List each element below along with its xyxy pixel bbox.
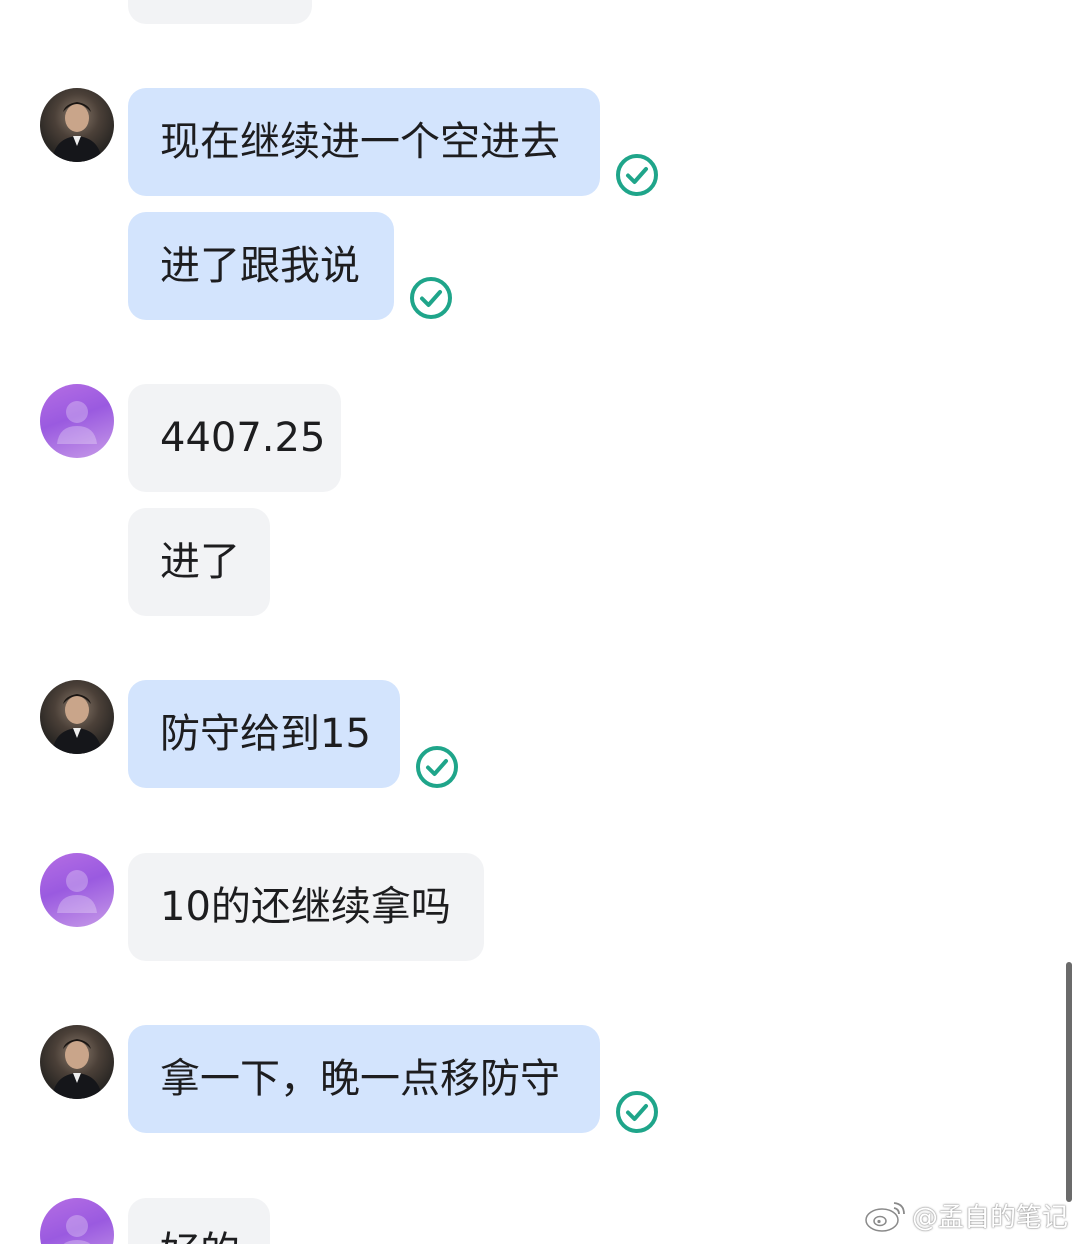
check-circle-icon [408,275,454,321]
avatar[interactable] [40,1198,114,1244]
message-bubble-other[interactable]: 进了 [128,508,270,616]
avatar[interactable] [40,384,114,458]
check-circle-icon [614,152,660,198]
chat-view: 现在继续进一个空进去 进了跟我说 4407.25 进了 防守给到15 10的还继… [0,0,1080,1244]
watermark: @孟自的笔记 [864,1197,1068,1234]
watermark-text: @孟自的笔记 [911,1203,1068,1233]
person-photo-icon [52,1039,102,1099]
check-circle-icon [414,744,460,790]
message-bubble-other[interactable]: 10的还继续拿吗 [128,853,484,961]
weibo-icon [865,1201,905,1232]
message-bubble-other[interactable] [128,0,312,24]
message-bubble-self[interactable]: 现在继续进一个空进去 [128,88,600,196]
person-photo-icon [52,694,102,754]
message-bubble-other[interactable]: 4407.25 [128,384,341,492]
message-bubble-self[interactable]: 拿一下，晚一点移防守 [128,1025,600,1133]
avatar[interactable] [40,680,114,754]
scrollbar[interactable] [1066,962,1072,1202]
default-user-icon [57,401,97,444]
message-bubble-other[interactable]: 好的 [128,1198,270,1244]
default-user-icon [57,870,97,913]
person-photo-icon [52,102,102,162]
check-circle-icon [614,1089,660,1135]
avatar[interactable] [40,1025,114,1099]
message-bubble-self[interactable]: 进了跟我说 [128,212,394,320]
avatar[interactable] [40,853,114,927]
message-bubble-self[interactable]: 防守给到15 [128,680,400,788]
default-user-icon [63,1215,91,1244]
avatar[interactable] [40,88,114,162]
